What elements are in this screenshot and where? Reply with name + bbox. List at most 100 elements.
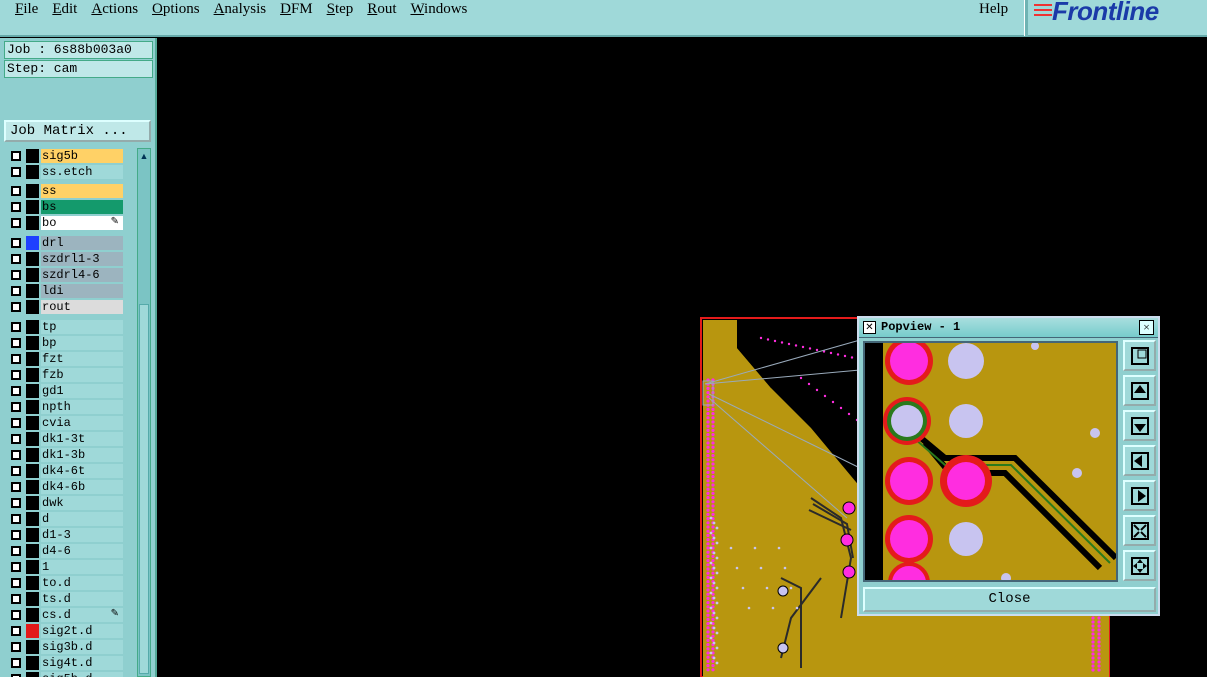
layer-name[interactable]: sig5b: [41, 149, 123, 163]
layer-checkbox[interactable]: [11, 610, 21, 620]
layer-name[interactable]: bs: [41, 200, 123, 214]
layer-name[interactable]: szdrl4-6: [41, 268, 123, 282]
menu-item[interactable]: Rout: [367, 0, 396, 18]
layer-row[interactable]: drl: [4, 235, 126, 251]
menu-item[interactable]: File: [15, 0, 38, 18]
layer-name[interactable]: rout: [41, 300, 123, 314]
layer-checkbox[interactable]: [11, 530, 21, 540]
layer-row[interactable]: fzt: [4, 351, 126, 367]
menu-item[interactable]: Actions: [91, 0, 138, 18]
layer-list-scrollbar[interactable]: ▲: [137, 148, 151, 677]
menu-item[interactable]: Options: [152, 0, 200, 18]
layer-name[interactable]: ts.d: [41, 592, 123, 606]
layer-name[interactable]: gd1: [41, 384, 123, 398]
layer-row[interactable]: bo ✎: [4, 215, 126, 231]
layer-row[interactable]: d: [4, 511, 126, 527]
layer-checkbox[interactable]: [11, 218, 21, 228]
layer-name[interactable]: bo ✎: [41, 216, 123, 230]
layer-row[interactable]: to.d: [4, 575, 126, 591]
layer-row[interactable]: d4-6: [4, 543, 126, 559]
zoom-fit-button[interactable]: [1123, 340, 1156, 371]
layer-checkbox[interactable]: [11, 202, 21, 212]
layer-name[interactable]: d4-6: [41, 544, 123, 558]
layer-checkbox[interactable]: [11, 434, 21, 444]
pan-up-button[interactable]: [1123, 375, 1156, 406]
layer-checkbox[interactable]: [11, 578, 21, 588]
layer-name[interactable]: to.d: [41, 576, 123, 590]
layer-row[interactable]: ts.d: [4, 591, 126, 607]
pan-left-button[interactable]: [1123, 445, 1156, 476]
layer-name[interactable]: cvia: [41, 416, 123, 430]
layer-checkbox[interactable]: [11, 594, 21, 604]
pan-right-button[interactable]: [1123, 480, 1156, 511]
layer-checkbox[interactable]: [11, 354, 21, 364]
layer-name[interactable]: drl: [41, 236, 123, 250]
menu-item[interactable]: Analysis: [214, 0, 267, 18]
layer-checkbox[interactable]: [11, 626, 21, 636]
layer-checkbox[interactable]: [11, 370, 21, 380]
layer-checkbox[interactable]: [11, 186, 21, 196]
layer-row[interactable]: bs: [4, 199, 126, 215]
layer-row[interactable]: rout: [4, 299, 126, 315]
layer-name[interactable]: ss.etch: [41, 165, 123, 179]
layer-checkbox[interactable]: [11, 466, 21, 476]
layer-name[interactable]: 1: [41, 560, 123, 574]
layer-row[interactable]: ss: [4, 183, 126, 199]
layer-checkbox[interactable]: [11, 658, 21, 668]
layer-row[interactable]: ss.etch: [4, 164, 126, 180]
menu-item[interactable]: Edit: [52, 0, 77, 18]
layer-name[interactable]: ldi: [41, 284, 123, 298]
layer-name[interactable]: fzt: [41, 352, 123, 366]
layer-row[interactable]: npth: [4, 399, 126, 415]
layer-checkbox[interactable]: [11, 286, 21, 296]
layer-name[interactable]: sig2t.d: [41, 624, 123, 638]
scrollbar-thumb[interactable]: [139, 304, 149, 674]
layer-name[interactable]: bp: [41, 336, 123, 350]
layer-name[interactable]: d1-3: [41, 528, 123, 542]
layer-row[interactable]: tp: [4, 319, 126, 335]
layer-row[interactable]: fzb: [4, 367, 126, 383]
layer-row[interactable]: dk4-6t: [4, 463, 126, 479]
popview-close-button[interactable]: Close: [863, 587, 1156, 612]
layer-row[interactable]: gd1: [4, 383, 126, 399]
layer-name[interactable]: dwk: [41, 496, 123, 510]
layer-row[interactable]: szdrl4-6: [4, 267, 126, 283]
layer-checkbox[interactable]: [11, 418, 21, 428]
layer-checkbox[interactable]: [11, 386, 21, 396]
layer-name[interactable]: d: [41, 512, 123, 526]
menu-item[interactable]: Step: [327, 0, 354, 18]
layer-checkbox[interactable]: [11, 270, 21, 280]
zoom-in-button[interactable]: [1123, 550, 1156, 581]
layer-checkbox[interactable]: [11, 450, 21, 460]
layer-name[interactable]: fzb: [41, 368, 123, 382]
layer-row[interactable]: dwk: [4, 495, 126, 511]
layer-name[interactable]: npth: [41, 400, 123, 414]
layer-row[interactable]: cs.d ✎: [4, 607, 126, 623]
layer-name[interactable]: cs.d ✎: [41, 608, 123, 622]
layer-row[interactable]: 1: [4, 559, 126, 575]
layer-checkbox[interactable]: [11, 151, 21, 161]
layer-row[interactable]: bp: [4, 335, 126, 351]
layer-row[interactable]: sig5b: [4, 148, 126, 164]
menu-item[interactable]: DFM: [280, 0, 313, 18]
layer-row[interactable]: ldi: [4, 283, 126, 299]
layer-checkbox[interactable]: [11, 402, 21, 412]
layer-name[interactable]: sig4t.d: [41, 656, 123, 670]
scroll-up-icon[interactable]: ▲: [139, 150, 149, 162]
layer-row[interactable]: sig2t.d: [4, 623, 126, 639]
layer-checkbox[interactable]: [11, 254, 21, 264]
layer-checkbox[interactable]: [11, 302, 21, 312]
menu-help[interactable]: Help: [979, 0, 1008, 18]
layer-name[interactable]: sig3b.d: [41, 640, 123, 654]
window-menu-icon[interactable]: ✕: [863, 321, 876, 334]
layer-row[interactable]: cvia: [4, 415, 126, 431]
layer-checkbox[interactable]: [11, 238, 21, 248]
layer-checkbox[interactable]: [11, 167, 21, 177]
pan-down-button[interactable]: [1123, 410, 1156, 441]
layer-name[interactable]: dk4-6t: [41, 464, 123, 478]
layer-row[interactable]: sig5b.d: [4, 671, 126, 677]
popview-zoom-view[interactable]: [863, 337, 1119, 604]
layer-name[interactable]: tp: [41, 320, 123, 334]
layer-row[interactable]: sig3b.d: [4, 639, 126, 655]
layer-name[interactable]: dk1-3b: [41, 448, 123, 462]
